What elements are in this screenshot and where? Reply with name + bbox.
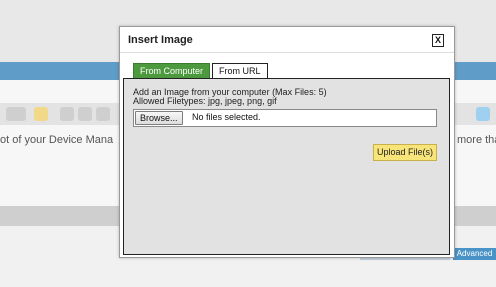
editor-text-fragment-left: ot of your Device Mana <box>0 134 114 146</box>
file-input[interactable]: Browse... No files selected. <box>133 109 437 127</box>
smiley-icon[interactable] <box>34 107 48 121</box>
allowed-filetypes: Allowed Filetypes: jpg, jpeg, png, gif <box>133 96 277 106</box>
title-divider <box>120 52 454 53</box>
advanced-button[interactable]: Advanced <box>453 248 496 260</box>
font-size-icon[interactable] <box>6 107 26 121</box>
image-icon[interactable] <box>96 107 110 121</box>
dialog-title: Insert Image <box>128 34 193 46</box>
twitter-icon[interactable] <box>476 107 490 121</box>
file-status-text: No files selected. <box>192 112 261 122</box>
unlink-icon[interactable] <box>78 107 92 121</box>
insert-image-dialog: Insert Image X From Computer From URL Ad… <box>119 26 455 258</box>
browse-button[interactable]: Browse... <box>135 111 183 125</box>
upload-files-button[interactable]: Upload File(s) <box>373 144 438 161</box>
link-icon[interactable] <box>60 107 74 121</box>
editor-text-fragment-right: more tha <box>457 134 496 146</box>
close-button[interactable]: X <box>432 34 444 47</box>
upload-panel: Add an Image from your computer (Max Fil… <box>123 78 450 255</box>
tab-from-url[interactable]: From URL <box>212 63 268 79</box>
tab-from-computer[interactable]: From Computer <box>133 63 211 79</box>
